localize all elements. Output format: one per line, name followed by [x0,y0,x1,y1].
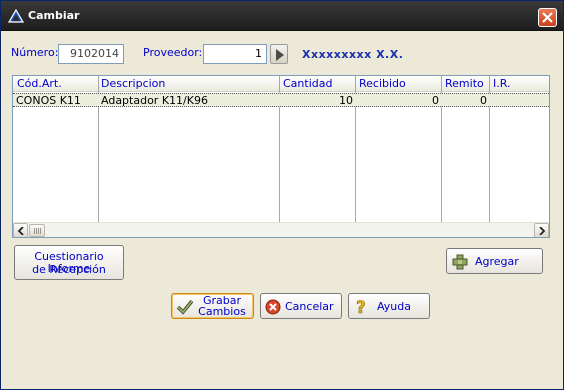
chevron-right-icon [539,227,546,235]
col-ir[interactable]: I.R. [491,77,547,92]
help-question-icon: ? [355,298,369,319]
cuestionario-button[interactable]: Cuestionario Informe de Recepción [14,245,124,280]
col-remito[interactable]: Remito [443,77,489,92]
col-cod-art[interactable]: Cód.Art. [15,77,97,92]
triangle-logo-icon [7,8,25,23]
cell-cantidad: 10 [339,94,353,107]
agregar-button[interactable]: Agregar [446,248,543,274]
col-recibido[interactable]: Recibido [357,77,441,92]
arrow-right-icon [276,49,284,61]
ayuda-label: Ayuda [377,300,411,313]
scroll-right-button[interactable] [534,223,549,237]
svg-text:?: ? [356,298,366,316]
dialog-window: Cambiar Número: 9102014 Proveedor: 1 Xxx… [0,0,564,390]
cancelar-label: Cancelar [285,300,334,313]
proveedor-name: Xxxxxxxxx X.X. [302,48,404,61]
scroll-left-button[interactable] [13,223,28,237]
cancel-icon [265,299,281,318]
col-cantidad[interactable]: Cantidad [281,77,355,92]
cell-recibido: 0 [432,94,439,107]
numero-label: Número: [11,46,59,59]
horizontal-scrollbar[interactable] [13,222,549,237]
chevron-left-icon [17,227,24,235]
cell-descripcion: Adaptador K11/K96 [101,94,208,107]
agregar-label: Agregar [475,255,519,268]
ayuda-button[interactable]: ? Ayuda [348,293,430,319]
dialog-body: Número: 9102014 Proveedor: 1 Xxxxxxxxx X… [4,32,560,387]
window-title: Cambiar [28,9,80,22]
close-button[interactable] [538,8,557,27]
cell-ir [490,94,548,107]
close-icon [542,12,553,23]
items-grid[interactable]: Cód.Art. Descripcion Cantidad Recibido R… [12,75,550,238]
grid-header: Cód.Art. Descripcion Cantidad Recibido R… [13,76,549,92]
scroll-thumb[interactable] [29,224,45,237]
numero-field[interactable]: 9102014 [58,44,124,64]
title-bar: Cambiar [1,1,563,31]
grabar-cambios-button[interactable]: Grabar Cambios [171,293,254,319]
proveedor-lookup-button[interactable] [270,44,288,64]
cancelar-button[interactable]: Cancelar [260,293,342,319]
proveedor-field[interactable]: 1 [203,44,267,64]
proveedor-label: Proveedor: [143,46,203,59]
add-cross-icon [452,254,468,273]
cell-remito: 0 [480,94,487,107]
col-descripcion[interactable]: Descripcion [99,77,279,92]
cell-cod-art: CONOS K11 [16,94,81,107]
grabar-label-2: Cambios [198,305,246,318]
cuestionario-label-2: de Recepción [32,263,106,276]
table-row[interactable]: CONOS K11 Adaptador K11/K96 10 0 0 [13,93,549,107]
